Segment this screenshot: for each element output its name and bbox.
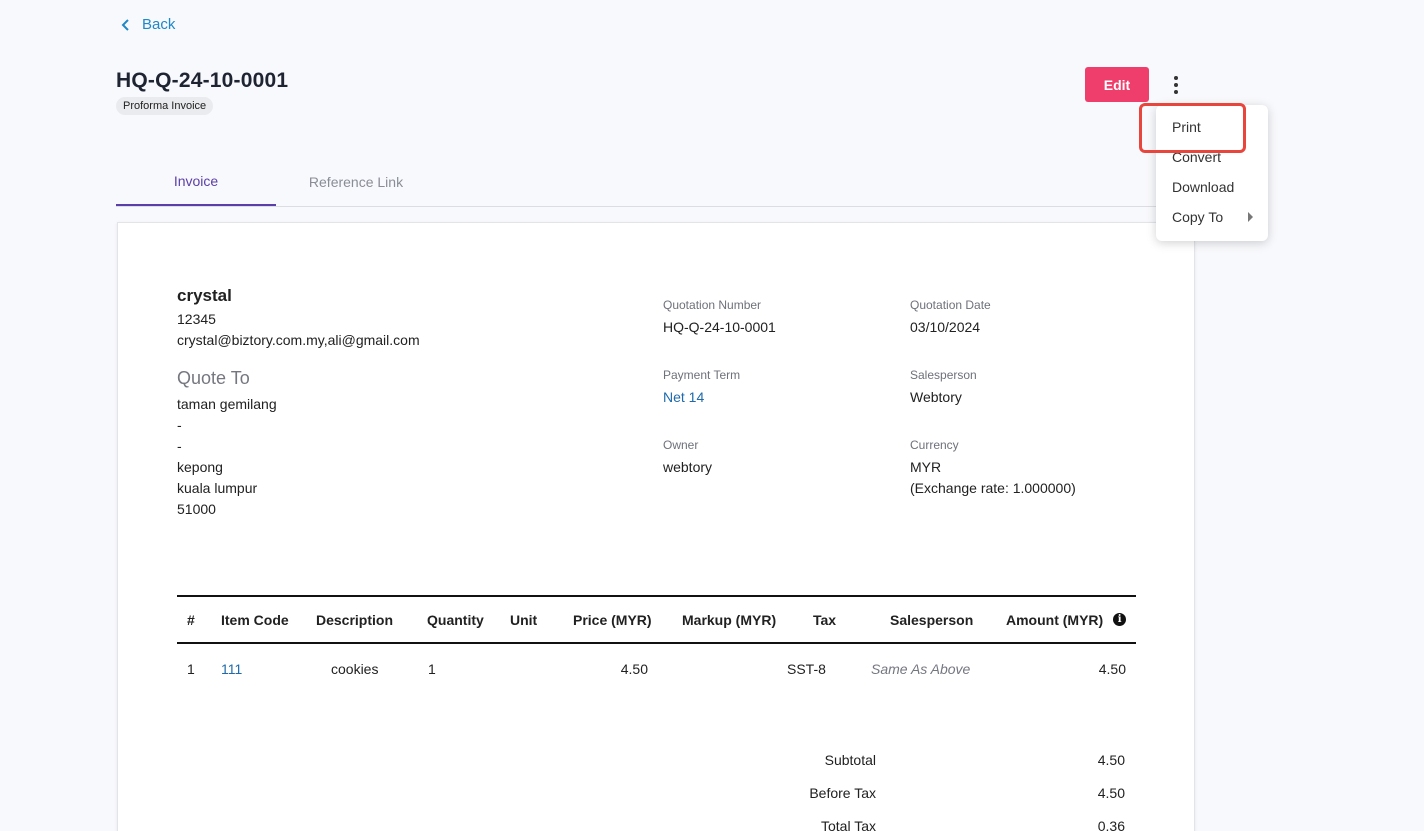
sender-name: crystal <box>177 286 232 305</box>
info-icon[interactable]: i <box>1113 613 1127 626</box>
menu-item-print[interactable]: Print <box>1172 119 1262 135</box>
items-table: # Item Code Description Quantity Unit Pr… <box>177 595 1136 694</box>
col-quantity: Quantity <box>427 611 484 628</box>
cell-description: cookies <box>331 661 379 677</box>
status-badge: Proforma Invoice <box>116 97 214 115</box>
owner-value: webtory <box>663 459 713 475</box>
col-item-code: Item Code <box>221 611 289 628</box>
back-label: Back <box>142 16 176 33</box>
col-amount-label: Amount (MYR) <box>1006 611 1104 628</box>
cell-salesperson: Same As Above <box>871 661 971 677</box>
payment-term-link[interactable]: Net 14 <box>663 389 704 405</box>
cell-quantity: 1 <box>428 661 436 677</box>
quotation-number: HQ-Q-24-10-0001 <box>663 319 776 335</box>
table-header: # Item Code Description Quantity Unit Pr… <box>177 595 1136 644</box>
tab-invoice[interactable]: Invoice <box>116 158 276 206</box>
currency-value: MYR <box>910 459 942 475</box>
page-title: HQ-Q-24-10-0001 <box>116 69 289 92</box>
salesperson-label: Salesperson <box>910 368 977 382</box>
total-tax-value: 0.36 <box>1097 818 1125 831</box>
tab-bar: Invoice Reference Link <box>116 158 1196 207</box>
col-price: Price (MYR) <box>573 611 652 628</box>
sender-email: crystal@biztory.com.my,ali@gmail.com <box>177 332 420 348</box>
quotation-date-label: Quotation Date <box>910 298 991 312</box>
col-num: # <box>187 611 195 628</box>
cell-item-code-link[interactable]: 111 <box>221 644 242 694</box>
more-options-menu: Print Convert Download Copy To <box>1156 105 1268 241</box>
menu-item-convert[interactable]: Convert <box>1172 149 1262 165</box>
payment-term-label: Payment Term <box>663 368 741 382</box>
before-tax-label: Before Tax <box>809 785 876 801</box>
col-amount: Amount (MYR) i <box>1006 597 1127 642</box>
quotation-date: 03/10/2024 <box>910 319 981 335</box>
cell-num: 1 <box>187 661 195 677</box>
total-tax-label: Total Tax <box>821 818 876 831</box>
cell-price: 4.50 <box>620 661 648 677</box>
cell-amount: 4.50 <box>1098 661 1126 677</box>
col-unit: Unit <box>510 611 538 628</box>
quote-to-heading: Quote To <box>177 368 250 388</box>
address-line: taman gemilang <box>177 396 277 412</box>
menu-item-copy-to-label: Copy To <box>1172 209 1224 225</box>
more-options-icon[interactable] <box>1166 73 1186 97</box>
chevron-left-icon <box>121 18 129 31</box>
before-tax-value: 4.50 <box>1097 785 1125 801</box>
col-salesperson: Salesperson <box>890 611 974 628</box>
edit-button[interactable]: Edit <box>1085 67 1149 102</box>
subtotal-label: Subtotal <box>824 752 876 768</box>
address-line: - <box>177 438 182 454</box>
address-line: kepong <box>177 459 223 475</box>
tab-reference-link[interactable]: Reference Link <box>276 158 436 206</box>
col-tax: Tax <box>813 611 837 628</box>
currency-label: Currency <box>910 438 959 452</box>
quotation-number-label: Quotation Number <box>663 298 762 312</box>
menu-item-download[interactable]: Download <box>1172 179 1262 195</box>
sender-phone: 12345 <box>177 311 216 327</box>
back-link[interactable]: Back <box>120 16 175 33</box>
invoice-card: crystal 12345 crystal@biztory.com.my,ali… <box>117 222 1195 831</box>
subtotal-value: 4.50 <box>1097 752 1125 768</box>
address-line: - <box>177 417 182 433</box>
col-markup: Markup (MYR) <box>682 611 777 628</box>
address-line: kuala lumpur <box>177 480 258 496</box>
cell-tax: SST-8 <box>787 661 826 677</box>
salesperson-value: Webtory <box>910 389 962 405</box>
col-description: Description <box>316 611 394 628</box>
owner-label: Owner <box>663 438 699 452</box>
exchange-rate: (Exchange rate: 1.000000) <box>910 480 1076 496</box>
menu-item-copy-to[interactable]: Copy To <box>1172 209 1262 225</box>
address-line: 51000 <box>177 501 216 517</box>
table-row: 1 111 cookies 1 4.50 SST-8 Same As Above… <box>177 644 1136 694</box>
caret-right-icon <box>1248 212 1253 222</box>
